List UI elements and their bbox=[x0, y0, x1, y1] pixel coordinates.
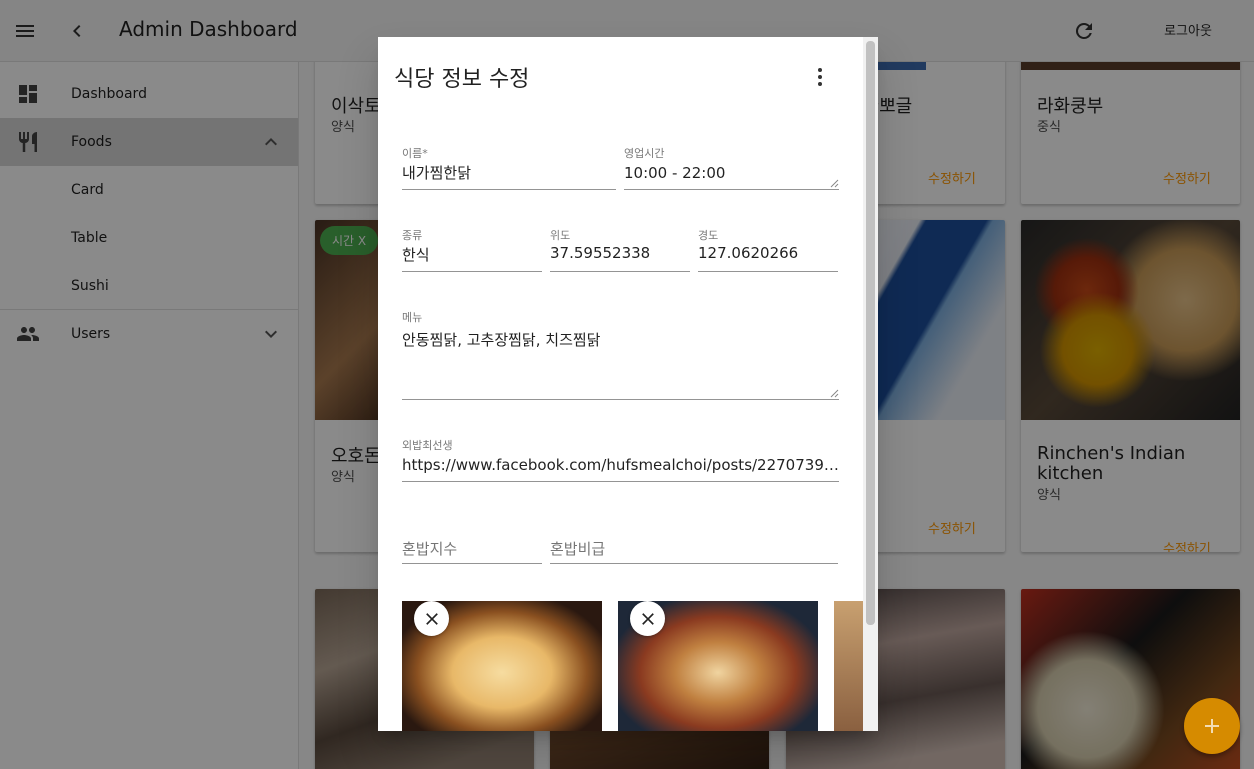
field-label: 메뉴 bbox=[402, 311, 423, 324]
link-field[interactable]: 외밥최선생 https://www.facebook.com/hufsmealc… bbox=[402, 437, 839, 482]
field-value: 127.0620266 bbox=[698, 244, 799, 262]
photo-thumbnail bbox=[834, 601, 863, 731]
field-value: 37.59552338 bbox=[550, 244, 651, 262]
field-value: 한식 bbox=[402, 246, 430, 264]
field-label: 외밥최선생 bbox=[402, 439, 453, 452]
photo-thumbnail bbox=[618, 601, 818, 731]
category-field[interactable]: 종류 한식 bbox=[402, 227, 542, 272]
field-value: 안동찜닭, 고추장찜닭, 치즈찜닭 bbox=[402, 331, 601, 349]
field-label: 경도 bbox=[698, 229, 719, 242]
hours-field[interactable]: 영업시간 10:00 - 22:00 bbox=[624, 145, 839, 190]
resize-handle-icon[interactable] bbox=[830, 179, 839, 188]
honbap-grade-field[interactable]: 혼밥비급 bbox=[550, 537, 838, 564]
field-value: 10:00 - 22:00 bbox=[624, 164, 726, 182]
latitude-field[interactable]: 위도 37.59552338 bbox=[550, 227, 690, 272]
food-photo bbox=[834, 601, 863, 731]
close-icon bbox=[641, 612, 654, 625]
more-vert-icon[interactable] bbox=[808, 65, 832, 89]
name-field[interactable]: 이름* 내가찜한닭 bbox=[402, 145, 616, 190]
add-restaurant-button[interactable] bbox=[1184, 698, 1240, 754]
field-value: https://www.facebook.com/hufsmealchoi/po… bbox=[402, 456, 839, 474]
resize-handle-icon[interactable] bbox=[830, 389, 839, 398]
menu-field[interactable]: 메뉴 안동찜닭, 고추장찜닭, 치즈찜닭 bbox=[402, 309, 839, 400]
field-value: 내가찜한닭 bbox=[402, 164, 472, 182]
longitude-field[interactable]: 경도 127.0620266 bbox=[698, 227, 838, 272]
plus-icon bbox=[1205, 719, 1219, 733]
field-label: 영업시간 bbox=[624, 147, 665, 160]
field-label: 위도 bbox=[550, 229, 571, 242]
field-placeholder: 혼밥비급 bbox=[550, 540, 606, 558]
remove-photo-button[interactable] bbox=[414, 601, 449, 636]
field-placeholder: 혼밥지수 bbox=[402, 540, 458, 558]
edit-restaurant-dialog: 식당 정보 수정 이름* 내가찜한닭 영업시간 10:00 - 22:00 종류… bbox=[378, 37, 878, 731]
honbap-index-field[interactable]: 혼밥지수 bbox=[402, 537, 542, 564]
remove-photo-button[interactable] bbox=[630, 601, 665, 636]
photo-thumbnail bbox=[402, 601, 602, 731]
dialog-title: 식당 정보 수정 bbox=[394, 67, 530, 92]
dialog-scrollbar-thumb[interactable] bbox=[866, 41, 875, 625]
close-icon bbox=[425, 612, 438, 625]
field-label: 종류 bbox=[402, 229, 423, 242]
field-label: 이름* bbox=[402, 147, 428, 160]
